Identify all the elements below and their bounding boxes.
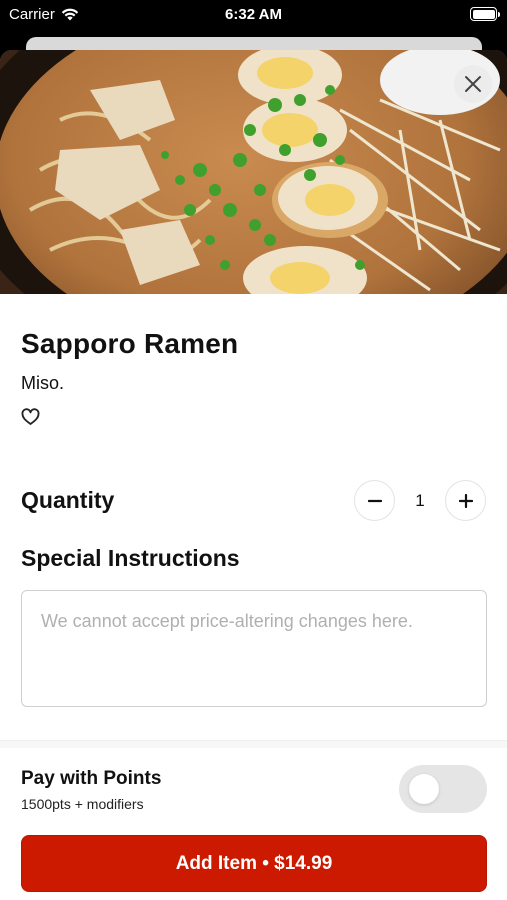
increase-quantity-button[interactable] <box>445 480 486 521</box>
quantity-row: Quantity 1 <box>21 480 486 521</box>
ramen-illustration <box>0 50 507 294</box>
favorite-button[interactable] <box>21 408 41 428</box>
section-divider <box>0 740 507 748</box>
quantity-label: Quantity <box>21 487 115 513</box>
item-photo <box>0 50 507 294</box>
battery-icon <box>470 7 500 21</box>
status-bar: Carrier 6:32 AM <box>0 0 507 30</box>
pay-with-points-toggle[interactable] <box>399 765 487 813</box>
item-details: Sapporo Ramen Miso. Quantity 1 Special I… <box>0 328 507 707</box>
close-button[interactable] <box>454 65 492 103</box>
toggle-knob <box>409 774 439 804</box>
item-title: Sapporo Ramen <box>21 328 239 359</box>
special-instructions-placeholder: We cannot accept price-altering changes … <box>41 611 413 631</box>
pay-with-points-row: Pay with Points 1500pts + modifiers <box>21 765 487 818</box>
minus-icon <box>367 499 382 502</box>
add-item-button[interactable]: Add Item • $14.99 <box>21 835 487 892</box>
close-icon <box>465 76 481 92</box>
special-instructions-label: Special Instructions <box>21 545 240 571</box>
quantity-value: 1 <box>415 490 425 510</box>
quantity-stepper: 1 <box>354 480 486 521</box>
item-detail-sheet: Sapporo Ramen Miso. Quantity 1 Special I… <box>0 50 507 900</box>
plus-icon <box>458 493 473 508</box>
decrease-quantity-button[interactable] <box>354 480 395 521</box>
clock: 6:32 AM <box>225 6 282 23</box>
item-description: Miso. <box>21 373 65 393</box>
heart-icon <box>21 408 40 425</box>
special-instructions-input[interactable]: We cannot accept price-altering changes … <box>21 590 487 707</box>
